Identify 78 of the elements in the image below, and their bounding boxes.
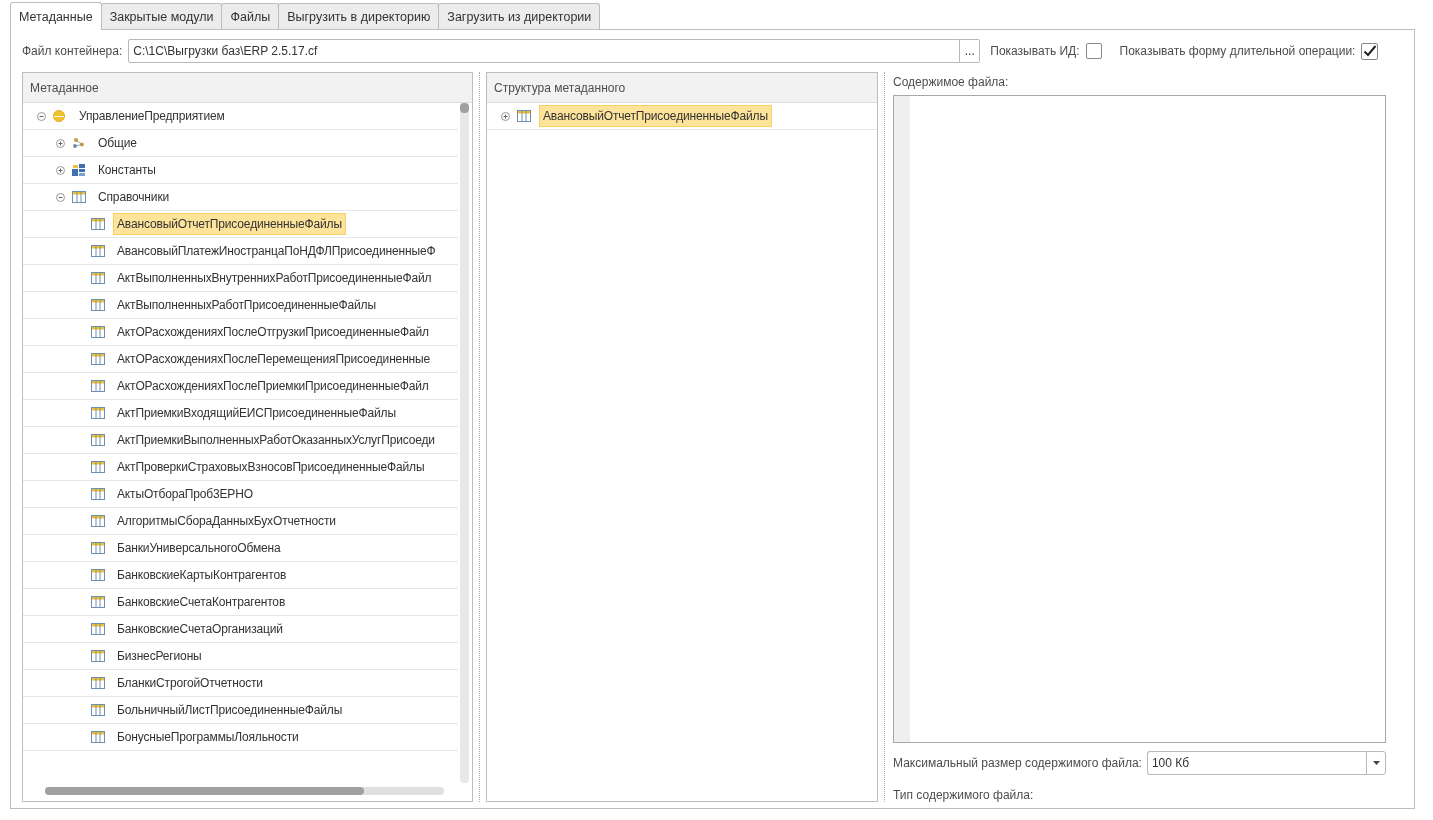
tree-item[interactable]: АвансовыйПлатежИностранцаПоНДФЛПрисоединенныеФ <box>113 240 440 262</box>
field-label: Файл контейнера: <box>22 44 123 58</box>
table-icon <box>91 299 105 311</box>
table-icon <box>91 461 105 473</box>
expand-icon[interactable] <box>56 165 65 175</box>
dropdown-button[interactable] <box>1366 751 1386 775</box>
table-icon <box>91 515 105 527</box>
tree-item[interactable]: БланкиСтрогойОтчетности <box>113 672 267 694</box>
table-icon <box>517 110 531 122</box>
table-icon <box>91 218 105 230</box>
table-icon <box>91 434 105 446</box>
table-icon <box>91 407 105 419</box>
table-icon <box>91 623 105 635</box>
table-icon <box>91 704 105 716</box>
collapse-icon[interactable] <box>37 111 46 121</box>
tree-item[interactable]: АктВыполненныхВнутреннихРаботПрисоединенныеФайл <box>113 267 436 289</box>
checkbox-label: Показывать ИД: <box>990 44 1080 58</box>
table-icon <box>91 731 105 743</box>
field-label: Содержимое файла: <box>893 75 1010 89</box>
field-label: Максимальный размер содержимого файла: <box>893 756 1142 770</box>
table-icon <box>91 272 105 284</box>
tab[interactable]: Выгрузить в директорию <box>278 3 440 29</box>
tree-item[interactable]: БанковскиеКартыКонтрагентов <box>113 564 291 586</box>
ball-icon <box>53 110 65 122</box>
column-header: Метаданное <box>30 80 99 95</box>
table-icon <box>91 650 105 662</box>
tree-item[interactable]: БольничныйЛистПрисоединенныеФайлы <box>113 699 347 721</box>
file-content-field[interactable] <box>893 95 1386 743</box>
tree-item[interactable]: АктОРасхожденияхПослеПеремещенияПрисоединенные <box>113 348 435 370</box>
tree-item[interactable]: Общие <box>94 132 141 154</box>
table-icon <box>91 326 105 338</box>
tab[interactable]: Загрузить из директории <box>438 3 601 29</box>
checkbox-label: Показывать форму длительной операции: <box>1119 44 1356 58</box>
tree-item[interactable]: АктВыполненныхРаботПрисоединенныеФайлы <box>113 294 380 316</box>
expand-icon[interactable] <box>56 138 65 148</box>
caret-icon <box>1372 761 1380 765</box>
tree-item[interactable]: АктПроверкиСтраховыхВзносовПрисоединенныеФайлы <box>113 456 429 478</box>
tree-item[interactable]: АвансовыйОтчетПрисоединенныеФайлы <box>539 105 772 127</box>
table-icon <box>91 245 105 257</box>
nodes-icon <box>72 137 85 149</box>
blocks-icon <box>72 163 86 177</box>
tree-item[interactable]: БанковскиеСчетаОрганизаций <box>113 618 287 640</box>
tree-item[interactable]: БанкиУниверсальногоОбмена <box>113 537 285 559</box>
tree-item[interactable]: БанковскиеСчетаКонтрагентов <box>113 591 290 613</box>
tree-item[interactable]: АлгоритмыСбораДанныхБухОтчетности <box>113 510 340 532</box>
tree-item[interactable]: АктОРасхожденияхПослеОтгрузкиПрисоединенныеФайл <box>113 321 433 343</box>
table-icon <box>91 488 105 500</box>
tree-item[interactable]: АвансовыйОтчетПрисоединенныеФайлы <box>113 213 346 235</box>
collapse-icon[interactable] <box>56 192 65 202</box>
column-header: Структура метаданного <box>494 80 626 95</box>
tree-item[interactable]: БизнесРегионы <box>113 645 206 667</box>
field-label: Тип содержимого файла: <box>893 788 1035 802</box>
table-icon <box>91 596 105 608</box>
table-icon <box>72 191 86 203</box>
tree-item[interactable]: АктОРасхожденияхПослеПриемкиПрисоединенныеФайл <box>113 375 433 397</box>
table-icon <box>91 569 105 581</box>
tab[interactable]: Метаданные <box>10 2 102 30</box>
table-icon <box>91 542 105 554</box>
tree-item[interactable]: Справочники <box>94 186 174 208</box>
tab[interactable]: Закрытые модули <box>100 3 223 29</box>
browse-button[interactable]: ... <box>960 39 981 63</box>
tree-item[interactable]: АктПриемкиВыполненныхРаботОказанныхУслугПрисоеди <box>113 429 439 451</box>
tree-item[interactable]: АктыОтбораПроб3ЕРНО <box>113 483 257 505</box>
tree-item[interactable]: УправлениеПредприятием <box>75 105 229 127</box>
file-path-field[interactable]: C:\1C\Выгрузки баз\ERP 2.5.17.cf <box>128 39 961 63</box>
size-dropdown[interactable]: 100 Кб <box>1146 751 1366 775</box>
horizontal-scrollbar[interactable] <box>45 787 444 795</box>
table-icon <box>91 677 105 689</box>
checkbox[interactable] <box>1085 43 1102 59</box>
table-icon <box>91 380 105 392</box>
tree-item[interactable]: АктПриемкиВходящийЕИСПрисоединенныеФайлы <box>113 402 400 424</box>
tree-item[interactable]: БонусныеПрограммыЛояльности <box>113 726 303 748</box>
tree-item[interactable]: Константы <box>94 159 160 181</box>
expand-icon[interactable] <box>501 111 510 121</box>
vertical-scrollbar[interactable] <box>460 103 469 783</box>
checkbox[interactable] <box>1361 42 1379 60</box>
table-icon <box>91 353 105 365</box>
tab[interactable]: Файлы <box>221 3 280 29</box>
